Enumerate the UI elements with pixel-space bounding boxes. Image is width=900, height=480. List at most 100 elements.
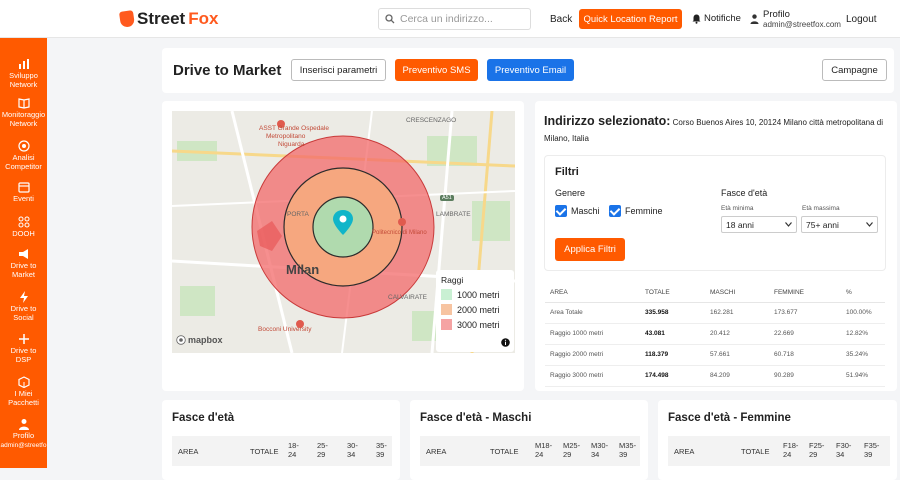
header-card: Drive to Market Inserisci parametri Prev… xyxy=(162,48,894,93)
col-female: FEMMINE xyxy=(769,284,841,303)
legend-item: 1000 metri xyxy=(441,289,509,300)
col-total: TOTALE xyxy=(250,447,279,456)
female-checkbox[interactable]: Femmine xyxy=(609,205,663,217)
sidebar-item-drive-to-dsp[interactable]: Drive to DSP xyxy=(0,333,47,364)
profile-menu[interactable]: Profilo admin@streetfox.com xyxy=(750,9,841,29)
apply-filters-button[interactable]: Applica Filtri xyxy=(555,238,625,261)
max-age-value: 75+ anni xyxy=(806,219,839,230)
sidebar: Sviluppo Network Monitoraggio Network Anal… xyxy=(0,38,47,468)
col-age: M35- 39 xyxy=(619,441,637,459)
campaigns-button[interactable]: Campagne xyxy=(822,59,887,81)
map[interactable]: ASST Grande Ospedale Metropolitano Nigua… xyxy=(172,111,515,353)
sidebar-label: DSP xyxy=(15,354,32,364)
filters-panel: Filtri Genere Maschi Femmine Fasce d'età… xyxy=(544,155,886,271)
checkbox-checked-icon xyxy=(555,205,567,217)
table-row: Area Totale 335.958 162.281 173.677 100.… xyxy=(545,302,885,324)
chart-icon xyxy=(18,59,29,69)
insert-parameters-button[interactable]: Inserisci parametri xyxy=(291,59,386,81)
sidebar-label: Pacchetti xyxy=(8,397,39,407)
cell-percent: 51.94% xyxy=(841,365,885,387)
fox-icon xyxy=(118,10,136,28)
cell-percent: 100.00% xyxy=(841,302,885,324)
min-age-label: Età minima xyxy=(721,205,754,212)
sidebar-label: admin@streetfo xyxy=(0,441,47,449)
age-card-title: Fasce d'età xyxy=(172,412,235,424)
sidebar-label: Network xyxy=(9,118,38,128)
col-age: M25- 29 xyxy=(563,441,581,459)
cell-total: 174.498 xyxy=(640,365,705,387)
map-label-bocconi: Bocconi University xyxy=(258,326,312,333)
mapbox-icon xyxy=(176,335,186,345)
legend-item: 2000 metri xyxy=(441,304,509,315)
profile-email: admin@streetfox.com xyxy=(763,20,841,29)
sidebar-item-i-miei-pacchetti[interactable]: I Miei Pacchetti xyxy=(0,376,47,407)
age-card-male: Fasce d'età - Maschi AREA TOTALE M18- 24… xyxy=(410,400,648,480)
col-age: 25- 29 xyxy=(317,441,328,459)
table-row: Raggio 1000 metri 43.081 20.412 22.669 1… xyxy=(545,323,885,345)
cell-female: 173.677 xyxy=(769,302,841,324)
map-label-porta: PORTA xyxy=(287,211,309,218)
legend-swatch xyxy=(441,304,452,315)
mapbox-logo: mapbox xyxy=(176,335,223,345)
chevron-down-icon xyxy=(866,222,873,227)
email-quote-button[interactable]: Preventivo Email xyxy=(487,59,574,81)
sidebar-item-eventi[interactable]: Eventi xyxy=(0,181,47,204)
sms-quote-button[interactable]: Preventivo SMS xyxy=(395,59,478,81)
cell-male: 162.281 xyxy=(705,302,769,324)
notifications-button[interactable]: Notifiche xyxy=(692,13,741,24)
calendar-icon xyxy=(17,182,30,193)
logo[interactable]: Street Fox xyxy=(118,9,218,29)
age-range-label: Fasce d'età xyxy=(721,188,768,198)
sidebar-item-sviluppo-network[interactable]: Sviluppo Network xyxy=(0,58,47,89)
col-area: AREA xyxy=(426,447,447,456)
col-age: 18- 24 xyxy=(288,441,299,459)
sidebar-label: Profilo xyxy=(12,431,35,440)
profile-name: Profilo xyxy=(763,9,790,20)
search-box[interactable] xyxy=(378,8,531,30)
search-input[interactable] xyxy=(400,13,525,25)
map-label-poli: Politecnico di Milano xyxy=(372,230,427,236)
age-card-all: Fasce d'età AREA TOTALE 18- 24 25- 29 30… xyxy=(162,400,400,480)
male-label: Maschi xyxy=(571,206,600,216)
checkbox-checked-icon xyxy=(609,205,621,217)
cell-female: 90.289 xyxy=(769,365,841,387)
brand-street: Street xyxy=(137,9,186,28)
min-age-select[interactable]: 18 anni xyxy=(721,216,797,233)
address-card: Indirizzo selezionato: Corso Buenos Aire… xyxy=(535,101,897,391)
legend-label: 2000 metri xyxy=(457,304,500,315)
sidebar-item-drive-to-market[interactable]: Drive to Market xyxy=(0,248,47,279)
address-label: Indirizzo selezionato: xyxy=(544,114,671,128)
plus-icon xyxy=(18,334,29,344)
map-label-crescenzago: CRESCENZAGO xyxy=(406,117,457,124)
map-label-asst2: Metropolitano xyxy=(266,133,306,140)
sidebar-item-dooh[interactable]: DOOH xyxy=(0,216,47,239)
col-total: TOTALE xyxy=(490,447,519,456)
age-card-title: Fasce d'età - Femmine xyxy=(668,412,791,424)
user-icon xyxy=(18,419,29,430)
sidebar-label: Network xyxy=(9,79,38,89)
age-table-header: AREA TOTALE F18- 24 F25- 29 F30- 34 F35-… xyxy=(668,436,890,466)
col-area: AREA xyxy=(674,447,695,456)
logout-link[interactable]: Logout xyxy=(846,14,877,25)
cell-male: 20.412 xyxy=(705,323,769,345)
legend-swatch xyxy=(441,289,452,300)
map-label-asst: ASST Grande Ospedale xyxy=(259,125,329,132)
quick-location-report-button[interactable]: Quick Location Report xyxy=(579,9,682,29)
col-age: F18- 24 xyxy=(783,441,799,459)
col-total: TOTALE xyxy=(741,447,770,456)
notifications-label: Notifiche xyxy=(704,13,741,24)
sidebar-item-profilo[interactable]: Profilo admin@streetfo xyxy=(0,418,47,450)
col-age: F35- 39 xyxy=(864,441,880,459)
sidebar-item-drive-to-social[interactable]: Drive to Social xyxy=(0,291,47,322)
info-icon[interactable] xyxy=(501,338,510,347)
back-link[interactable]: Back xyxy=(550,14,572,25)
legend-label: 3000 metri xyxy=(457,319,500,330)
cell-female: 22.669 xyxy=(769,323,841,345)
male-checkbox[interactable]: Maschi xyxy=(555,205,600,217)
col-age: 30- 34 xyxy=(347,441,358,459)
sidebar-item-analisi-competitor[interactable]: Analisi Competitor xyxy=(0,140,47,171)
sidebar-item-monitoraggio-network[interactable]: Monitoraggio Network xyxy=(0,97,47,128)
max-age-select[interactable]: 75+ anni xyxy=(801,216,878,233)
grid-icon xyxy=(18,216,29,228)
col-total: TOTALE xyxy=(640,284,705,303)
